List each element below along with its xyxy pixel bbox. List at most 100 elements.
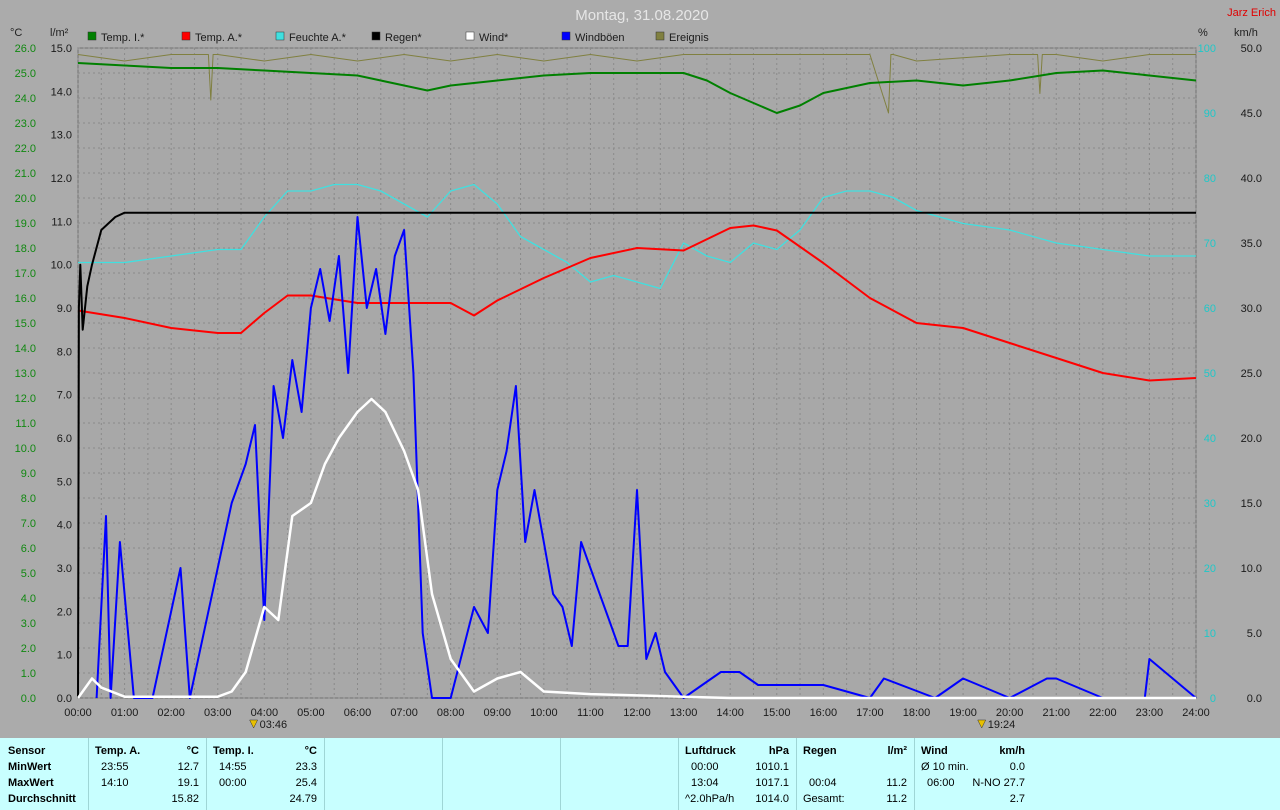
- x-tick-label: 22:00: [1089, 707, 1117, 719]
- rain-r3: 11.2: [886, 793, 907, 805]
- humidity-tick-label: 90: [1204, 108, 1216, 120]
- temp-a-unit: °C: [186, 745, 199, 757]
- rain-tick-label: 13.0: [51, 130, 72, 142]
- legend-label: Ereignis: [669, 32, 709, 44]
- legend-label: Feuchte A.*: [289, 32, 347, 44]
- rain-header: Regen: [803, 745, 837, 757]
- temp-tick-label: 17.0: [15, 268, 36, 280]
- x-tick-label: 15:00: [763, 707, 791, 719]
- event-marker-icon: [249, 719, 259, 729]
- left-rain-unit: l/m²: [50, 27, 69, 39]
- pressure-r3-time: ^2.0hPa/h: [685, 793, 735, 805]
- temp-i-header: Temp. I.: [213, 745, 254, 757]
- temp-tick-label: 6.0: [21, 543, 36, 555]
- left-temp-unit: °C: [10, 27, 22, 39]
- x-tick-label: 24:00: [1182, 707, 1210, 719]
- x-tick-label: 04:00: [251, 707, 279, 719]
- temp-tick-label: 2.0: [21, 643, 36, 655]
- rain-unit: l/m²: [887, 745, 907, 757]
- wind-tick-label: 40.0: [1241, 173, 1262, 185]
- temp-tick-label: 9.0: [21, 468, 36, 480]
- rain-tick-label: 2.0: [57, 606, 72, 618]
- stats-panel: Sensor MinWert MaxWert Durchschnitt Temp…: [0, 738, 1280, 810]
- temp-tick-label: 20.0: [15, 193, 36, 205]
- rain-tick-label: 10.0: [51, 260, 72, 272]
- row-label-min: MinWert: [8, 761, 52, 773]
- rain-tick-label: 15.0: [51, 43, 72, 55]
- temp-i-max: 25.4: [295, 777, 317, 789]
- temp-a-min-time: 23:55: [101, 761, 129, 773]
- legend-swatch: [275, 31, 285, 41]
- wind-tick-label: 15.0: [1241, 498, 1262, 510]
- wind-tick-label: 10.0: [1241, 563, 1262, 575]
- humidity-tick-label: 0: [1210, 693, 1216, 705]
- x-tick-label: 10:00: [530, 707, 558, 719]
- wind-r2-time: 06:00: [927, 777, 955, 789]
- rain-tick-label: 0.0: [57, 693, 72, 705]
- x-tick-label: 18:00: [903, 707, 931, 719]
- pressure-unit: hPa: [768, 745, 789, 757]
- temp-tick-label: 10.0: [15, 443, 36, 455]
- temp-tick-label: 0.0: [21, 693, 36, 705]
- wind-tick-label: 35.0: [1241, 238, 1262, 250]
- temp-i-avg: 24.79: [289, 793, 317, 805]
- rain-r3-time: Gesamt:: [803, 793, 845, 805]
- pressure-r1: 1010.1: [755, 761, 789, 773]
- temp-a-max: 19.1: [177, 777, 199, 789]
- x-tick-label: 17:00: [856, 707, 884, 719]
- temp-tick-label: 14.0: [15, 343, 36, 355]
- temp-tick-label: 15.0: [15, 318, 36, 330]
- pressure-r2: 1017.1: [755, 777, 789, 789]
- temp-tick-label: 22.0: [15, 143, 36, 155]
- temp-tick-label: 11.0: [15, 418, 36, 430]
- stats-temp-a-col: Temp. A. °C 23:55 12.7 14:10 19.1 15.82: [88, 738, 207, 810]
- temp-i-min: 23.3: [295, 761, 317, 773]
- wind-r1: 0.0: [1009, 761, 1025, 773]
- x-tick-label: 01:00: [111, 707, 139, 719]
- legend-swatch: [181, 31, 191, 41]
- row-label-avg: Durchschnitt: [8, 793, 76, 805]
- temp-a-header: Temp. A.: [95, 745, 141, 757]
- x-tick-label: 02:00: [157, 707, 185, 719]
- event-markers: 03:46 19:24: [249, 719, 1015, 731]
- temp-tick-label: 1.0: [21, 668, 36, 680]
- temp-tick-label: 16.0: [15, 293, 36, 305]
- stats-sensor-col: Sensor MinWert MaxWert Durchschnitt: [0, 738, 88, 810]
- x-tick-label: 11:00: [577, 707, 604, 719]
- temp-tick-label: 25.0: [15, 68, 36, 80]
- rain-tick-label: 9.0: [57, 303, 72, 315]
- wind-tick-label: 25.0: [1241, 368, 1262, 380]
- stats-empty-col-1: [324, 738, 443, 810]
- wind-r2: N-NO 27.7: [972, 777, 1025, 789]
- wind-tick-label: 5.0: [1247, 628, 1262, 640]
- x-tick-label: 03:00: [204, 707, 232, 719]
- wind-tick-label: 20.0: [1241, 433, 1262, 445]
- sensor-header: Sensor: [8, 745, 46, 757]
- legend-swatch: [465, 31, 475, 41]
- x-tick-label: 12:00: [623, 707, 651, 719]
- humidity-tick-label: 50: [1204, 368, 1216, 380]
- temp-i-min-time: 14:55: [219, 761, 247, 773]
- temp-a-avg: 15.82: [171, 793, 199, 805]
- temp-tick-label: 23.0: [15, 118, 36, 130]
- temp-i-max-time: 00:00: [219, 777, 247, 789]
- x-tick-label: 16:00: [810, 707, 838, 719]
- rain-tick-label: 1.0: [57, 650, 72, 662]
- x-tick-label: 06:00: [344, 707, 372, 719]
- pressure-r2-time: 13:04: [691, 777, 719, 789]
- wind-header: Wind: [921, 745, 948, 757]
- stats-pressure-col: Luftdruck hPa 00:00 1010.1 13:04 1017.1 …: [678, 738, 797, 810]
- x-tick-label: 20:00: [996, 707, 1024, 719]
- stats-wind-col: Wind km/h Ø 10 min. 0.0 06:00 N-NO 27.7 …: [914, 738, 1033, 810]
- pressure-r3: 1014.0: [755, 793, 789, 805]
- rain-tick-label: 3.0: [57, 563, 72, 575]
- humidity-tick-label: 60: [1204, 303, 1216, 315]
- row-label-max: MaxWert: [8, 777, 54, 789]
- legend: Temp. I.* Temp. A.* Feuchte A.* Regen* Wind*…: [87, 31, 709, 44]
- x-tick-label: 08:00: [437, 707, 465, 719]
- x-tick-label: 13:00: [670, 707, 698, 719]
- temp-a-min: 12.7: [177, 761, 199, 773]
- author-label: Jarz Erich: [1227, 7, 1276, 19]
- temp-tick-label: 13.0: [15, 368, 36, 380]
- x-tick-label: 00:00: [64, 707, 92, 719]
